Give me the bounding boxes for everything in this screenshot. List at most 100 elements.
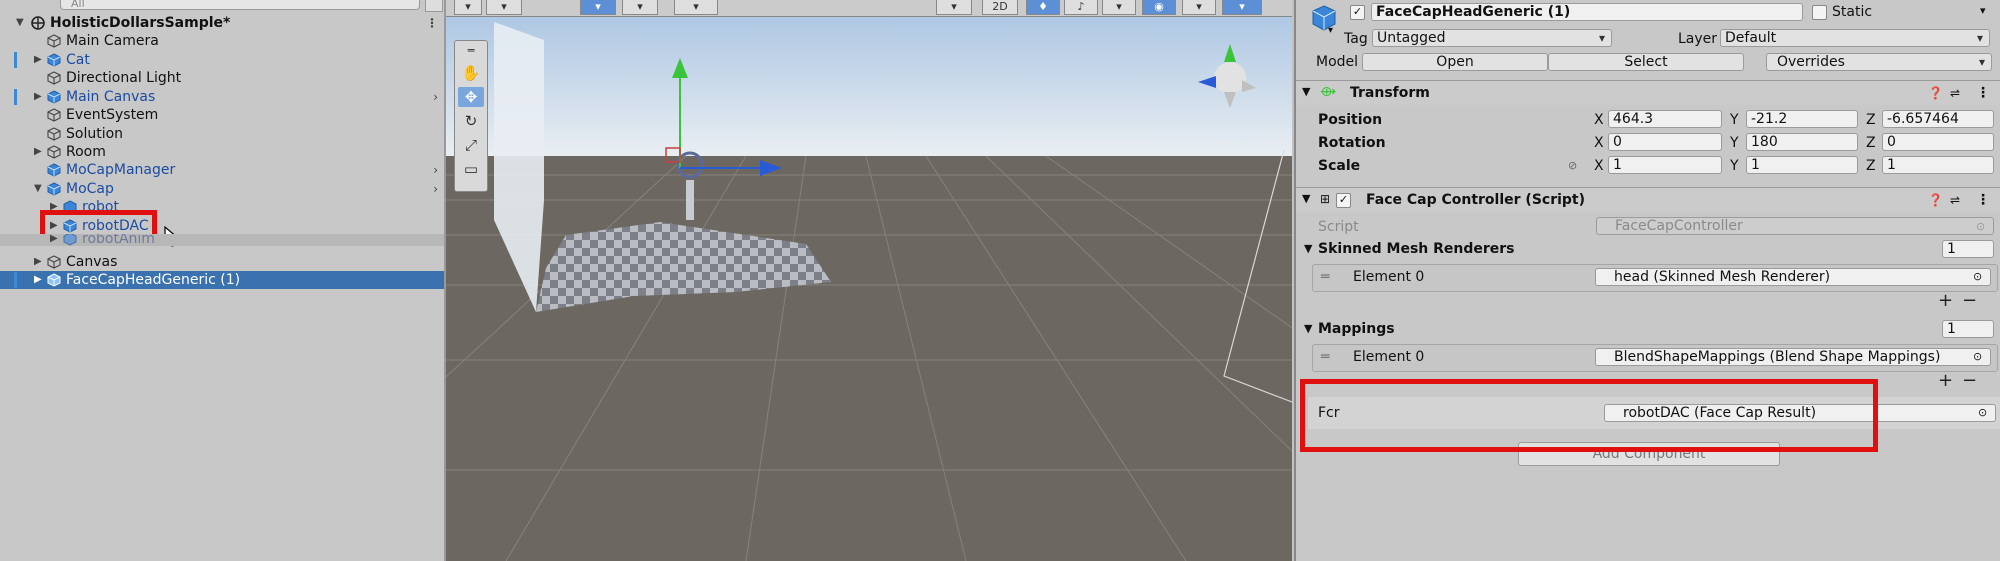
hierarchy-item-room[interactable]: ▶ Room: [0, 143, 444, 161]
overrides-dropdown[interactable]: Overrides: [1766, 53, 1992, 71]
scale-tool-icon[interactable]: ⤢: [458, 135, 484, 155]
component-enabled-checkbox[interactable]: ✓: [1336, 193, 1351, 208]
layer-dropdown[interactable]: Default: [1720, 29, 1990, 47]
hierarchy-item-main-camera[interactable]: Main Camera: [0, 32, 444, 50]
audio-toggle[interactable]: ♪: [1064, 0, 1098, 15]
expand-arrow-icon[interactable]: ▶: [34, 143, 42, 161]
add-element-button[interactable]: +: [1938, 370, 1953, 391]
prefab-icon: [63, 234, 77, 246]
scale-z-input[interactable]: 1: [1882, 156, 1994, 174]
mappings-element-field[interactable]: BlendShapeMappings (Blend Shape Mappings…: [1595, 348, 1991, 366]
collapse-arrow-icon[interactable]: ▼: [1304, 240, 1312, 258]
collapse-arrow-icon[interactable]: ▼: [1302, 83, 1310, 101]
chevron-right-icon[interactable]: ›: [433, 88, 438, 106]
camera-dropdown[interactable]: ▾: [1182, 0, 1216, 15]
grid-toggle[interactable]: ▾: [580, 0, 616, 15]
scene-menu-icon[interactable]: ⋮: [426, 14, 438, 32]
mappings-size-input[interactable]: 1: [1942, 320, 1994, 338]
rotation-x-input[interactable]: 0: [1608, 133, 1722, 151]
scene-view[interactable]: ▾ ▾ ▾ ▾ ▾ ▾ 2D ♦ ♪ ▾ ◉ ▾ ▾ ═ ✋ ✥ ↻ ⤢ ▭ P…: [446, 0, 1292, 561]
model-label: Model: [1316, 54, 1359, 70]
expand-arrow-icon[interactable]: ▶: [50, 234, 58, 246]
hierarchy-scene-root[interactable]: ▼ HolisticDollarsSample* ⋮: [0, 14, 444, 32]
collapse-arrow-icon[interactable]: ▼: [1304, 320, 1312, 338]
presets-icon[interactable]: ⇌: [1950, 84, 1960, 102]
icon-dropdown-arrow[interactable]: ▾: [1328, 22, 1333, 40]
hierarchy-item-mocap[interactable]: ▼ MoCap ›: [0, 180, 444, 198]
hand-tool-icon[interactable]: ✋: [458, 63, 484, 83]
drag-handle-icon[interactable]: ═: [1321, 268, 1329, 286]
lighting-toggle[interactable]: ♦: [1026, 0, 1060, 15]
chevron-right-icon[interactable]: ›: [433, 161, 438, 179]
expand-arrow-icon[interactable]: ▶: [34, 253, 42, 271]
rect-tool-icon[interactable]: ▭: [458, 159, 484, 179]
smr-element-field[interactable]: head (Skinned Mesh Renderer): [1595, 268, 1991, 286]
object-picker-icon[interactable]: ⊙: [1973, 348, 1982, 366]
tag-dropdown[interactable]: Untagged: [1372, 29, 1612, 47]
gizmo-mode-dropdown[interactable]: ▾: [936, 0, 972, 15]
move-tool-icon[interactable]: ✥: [458, 87, 484, 107]
active-checkbox[interactable]: ✓: [1350, 5, 1365, 20]
collapse-arrow-icon[interactable]: ▼: [1302, 190, 1310, 208]
help-icon[interactable]: ❓: [1928, 191, 1943, 209]
object-name-input[interactable]: FaceCapHeadGeneric (1): [1371, 3, 1803, 21]
rotation-z-input[interactable]: 0: [1882, 133, 1994, 151]
chevron-right-icon[interactable]: ›: [433, 180, 438, 198]
constrain-proportions-icon[interactable]: ⊘: [1568, 157, 1577, 175]
hierarchy-item-main-canvas[interactable]: ▶ Main Canvas ›: [0, 88, 444, 106]
hierarchy-item-cat[interactable]: ▶ Cat: [0, 51, 444, 69]
mode-2d-button[interactable]: 2D: [982, 0, 1018, 15]
hierarchy-item-robot[interactable]: ▶ robot: [0, 198, 444, 210]
expand-arrow-icon[interactable]: ▶: [34, 271, 42, 289]
rotate-tool-icon[interactable]: ↻: [458, 111, 484, 131]
expand-arrow-icon[interactable]: ▶: [34, 88, 42, 106]
hierarchy-search-input[interactable]: All: [60, 0, 420, 10]
transform-header[interactable]: ▼ ⟴ Transform ❓ ⇌ ⋮: [1296, 80, 2000, 105]
component-menu-icon[interactable]: ⋮: [1976, 191, 1990, 209]
position-y-input[interactable]: -21.2: [1746, 110, 1858, 128]
effects-dropdown[interactable]: ▾: [1102, 0, 1136, 15]
script-label: Script: [1318, 219, 1359, 235]
draw-mode-dropdown[interactable]: ▾: [454, 0, 482, 15]
smr-size-input[interactable]: 1: [1942, 240, 1994, 258]
view-options-dropdown[interactable]: ▾: [674, 0, 718, 15]
rotation-y-input[interactable]: 180: [1746, 133, 1858, 151]
drag-handle-icon[interactable]: ═: [1321, 348, 1329, 366]
palette-handle-icon[interactable]: ═: [458, 41, 484, 61]
expand-arrow-icon[interactable]: ▼: [34, 180, 42, 198]
shading-dropdown[interactable]: ▾: [486, 0, 522, 15]
add-element-button[interactable]: +: [1938, 290, 1953, 311]
object-picker-icon[interactable]: ⊙: [1978, 404, 1987, 422]
hierarchy-item-robotanim[interactable]: ▶ robotAnim: [0, 234, 444, 246]
gizmos-dropdown[interactable]: ▾: [1222, 0, 1262, 15]
scale-x-input[interactable]: 1: [1608, 156, 1722, 174]
hidden-objects-toggle[interactable]: ◉: [1142, 0, 1176, 15]
hierarchy-item-facecapheadgeneric[interactable]: ▶ FaceCapHeadGeneric (1): [0, 271, 444, 289]
object-picker-icon[interactable]: ⊙: [1973, 268, 1982, 286]
remove-element-button[interactable]: −: [1962, 370, 1977, 391]
select-button[interactable]: Select: [1548, 53, 1744, 71]
face-cap-controller-header[interactable]: ▼ ⊞ ✓ Face Cap Controller (Script) ❓ ⇌ ⋮: [1296, 187, 2000, 212]
hierarchy-item-canvas[interactable]: ▶ Canvas: [0, 253, 444, 271]
snap-dropdown[interactable]: ▾: [622, 0, 658, 15]
hierarchy-item-mocapmanager[interactable]: MoCapManager ›: [0, 161, 444, 179]
presets-icon[interactable]: ⇌: [1950, 191, 1960, 209]
remove-element-button[interactable]: −: [1962, 290, 1977, 311]
projection-label[interactable]: Persp: [1212, 128, 1248, 143]
scale-y-input[interactable]: 1: [1746, 156, 1858, 174]
expand-arrow-icon[interactable]: ▶: [34, 51, 42, 69]
component-menu-icon[interactable]: ⋮: [1976, 84, 1990, 102]
scene-viewport[interactable]: [446, 0, 1292, 561]
help-icon[interactable]: ❓: [1928, 84, 1943, 102]
hierarchy-item-solution[interactable]: Solution: [0, 125, 444, 143]
hierarchy-item-directional-light[interactable]: Directional Light: [0, 69, 444, 87]
static-dropdown-arrow[interactable]: ▾: [1980, 2, 1986, 20]
position-x-input[interactable]: 464.3: [1608, 110, 1722, 128]
expand-arrow-icon[interactable]: ▼: [16, 14, 24, 32]
static-checkbox[interactable]: [1812, 5, 1827, 20]
expand-arrow-icon[interactable]: ▶: [50, 198, 58, 210]
open-button[interactable]: Open: [1362, 53, 1548, 71]
hierarchy-item-eventsystem[interactable]: EventSystem: [0, 106, 444, 124]
position-z-input[interactable]: -6.657464: [1882, 110, 1994, 128]
search-options-button[interactable]: [425, 0, 443, 12]
